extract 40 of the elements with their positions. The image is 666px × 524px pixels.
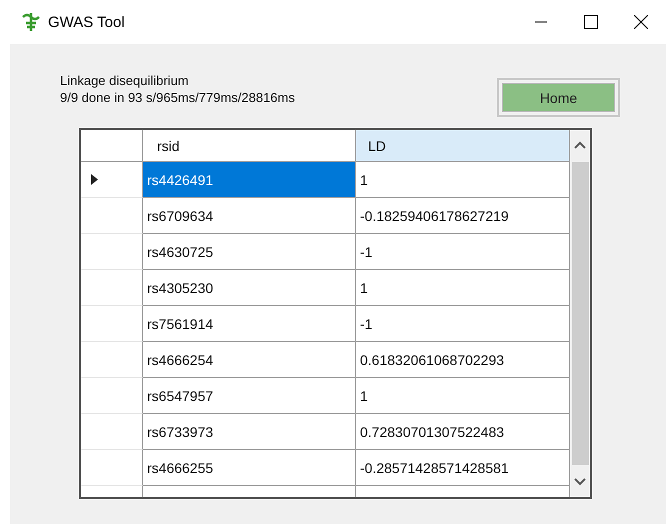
row-header[interactable] bbox=[81, 234, 143, 270]
row-header[interactable] bbox=[81, 450, 143, 486]
home-button[interactable]: Home bbox=[497, 78, 620, 117]
row-header[interactable] bbox=[81, 414, 143, 450]
table-cell[interactable]: -1 bbox=[356, 306, 570, 342]
status-detail: 9/9 done in 93 s/965ms/779ms/28816ms bbox=[60, 89, 295, 106]
current-row-icon bbox=[91, 174, 98, 185]
table-cell[interactable]: rs6709634 bbox=[143, 198, 356, 234]
table-cell[interactable]: rs4666254 bbox=[143, 342, 356, 378]
table-cell[interactable]: 1 bbox=[356, 378, 570, 414]
column-header[interactable]: LD bbox=[356, 130, 570, 162]
table-cell[interactable]: 1 bbox=[356, 270, 570, 306]
table-cell[interactable]: -1 bbox=[356, 234, 570, 270]
scrollbar-thumb[interactable] bbox=[572, 162, 588, 466]
table-cell[interactable]: 0.61832061068702293 bbox=[356, 342, 570, 378]
close-icon bbox=[634, 15, 648, 29]
table-cell[interactable]: rs4305230 bbox=[143, 270, 356, 306]
row-header[interactable] bbox=[81, 270, 143, 306]
corner-header[interactable] bbox=[81, 130, 143, 162]
app-logo-icon bbox=[20, 11, 42, 33]
row-header[interactable] bbox=[81, 306, 143, 342]
table-cell[interactable]: rs6547957 bbox=[143, 378, 356, 414]
table-cell[interactable]: -0.28571428571428581 bbox=[356, 450, 570, 486]
table-cell[interactable]: rs6733973 bbox=[143, 414, 356, 450]
table-cell[interactable]: 0.72830701307522483 bbox=[356, 414, 570, 450]
table-cell[interactable]: rs4630725 bbox=[143, 234, 356, 270]
table-cell[interactable]: rs4666255 bbox=[143, 450, 356, 486]
table-cell[interactable]: rs4426491 bbox=[143, 162, 356, 198]
table-cell[interactable]: -0.18259406178627219 bbox=[356, 198, 570, 234]
row-header[interactable] bbox=[81, 342, 143, 378]
table-cell[interactable]: 1 bbox=[356, 162, 570, 198]
window-title: GWAS Tool bbox=[48, 14, 125, 30]
row-header[interactable] bbox=[81, 198, 143, 234]
status-heading: Linkage disequilibrium bbox=[60, 72, 190, 89]
row-header[interactable] bbox=[81, 378, 143, 414]
row-header[interactable] bbox=[81, 162, 143, 198]
vertical-scrollbar[interactable] bbox=[570, 130, 590, 497]
table-cell[interactable]: rs7561914 bbox=[143, 306, 356, 342]
maximize-icon bbox=[584, 15, 598, 29]
column-header[interactable]: rsid bbox=[143, 130, 356, 162]
